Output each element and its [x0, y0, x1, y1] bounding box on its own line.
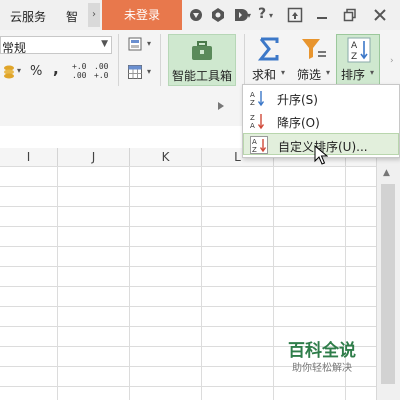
minimize-icon[interactable]: [314, 7, 330, 23]
tab-scroll-right-button[interactable]: ›: [88, 3, 100, 27]
smart-toolbox-button[interactable]: 智能工具箱: [168, 34, 236, 86]
sort-button[interactable]: A Z 排序 ▾: [336, 34, 380, 86]
ribbon-separator: [244, 34, 245, 86]
restore-icon[interactable]: [342, 7, 358, 23]
svg-text:Z: Z: [252, 146, 257, 154]
sort-dropdown-icon: ▾: [370, 68, 375, 77]
chevron-down-icon: ▼: [101, 39, 108, 49]
sum-dropdown-icon[interactable]: ▾: [281, 68, 285, 77]
login-button[interactable]: 未登录: [102, 0, 182, 30]
table-style-icon[interactable]: [127, 64, 143, 80]
filter-dropdown-icon[interactable]: ▾: [326, 68, 330, 77]
tab-cloud-service[interactable]: 云服务: [10, 8, 46, 25]
dialog-launcher-icon[interactable]: [216, 101, 226, 111]
column-header-J[interactable]: J: [58, 148, 130, 166]
ribbon-scroll-right-icon[interactable]: ›: [390, 56, 394, 66]
percent-button[interactable]: %: [30, 64, 42, 79]
svg-text:A: A: [250, 122, 255, 130]
collapse-ribbon-icon[interactable]: [287, 7, 303, 23]
svg-text:Z: Z: [250, 114, 255, 122]
sort-descending-icon: Z A: [250, 114, 265, 130]
help-dropdown-icon[interactable]: ▾: [269, 11, 273, 20]
filter-label[interactable]: 筛选: [297, 66, 321, 83]
svg-text:Z: Z: [250, 99, 255, 107]
comma-button[interactable]: ,: [53, 60, 59, 78]
smart-toolbox-label: 智能工具箱: [171, 69, 232, 83]
grid-line: [129, 166, 130, 400]
ribbon-separator: [160, 34, 161, 86]
custom-sort-icon: A Z: [250, 136, 268, 154]
close-icon[interactable]: [372, 7, 388, 23]
svg-text:A: A: [351, 41, 358, 51]
decrease-decimal-button[interactable]: .00 +.0: [94, 62, 114, 84]
sort-ascending-icon: A Z: [250, 91, 265, 107]
column-header-I[interactable]: I: [0, 148, 58, 166]
currency-format-icon[interactable]: [2, 64, 16, 80]
toolbox-icon: [192, 41, 212, 60]
svg-text:A: A: [250, 91, 255, 99]
ribbon-separator: [118, 34, 119, 86]
grid-line: [273, 166, 274, 400]
format-dropdown-icon[interactable]: ▾: [147, 39, 151, 48]
skin-icon[interactable]: [188, 7, 204, 23]
sort-ascending-label: 升序(S): [277, 93, 318, 107]
sort-icon: A Z: [347, 37, 371, 63]
tab-smart[interactable]: 智: [66, 8, 78, 25]
increase-decimal-button[interactable]: +.0 .00: [72, 62, 92, 84]
share-dropdown-icon[interactable]: ▾: [247, 11, 251, 20]
number-format-value: 常规: [2, 41, 27, 55]
svg-text:A: A: [252, 138, 257, 146]
sort-descending-item[interactable]: Z A 降序(O): [243, 110, 399, 132]
settings-icon[interactable]: [210, 7, 226, 23]
column-header-K[interactable]: K: [130, 148, 202, 166]
format-icon[interactable]: [127, 36, 143, 52]
sum-label[interactable]: 求和: [252, 66, 276, 83]
sort-ascending-item[interactable]: A Z 升序(S): [243, 87, 399, 109]
mouse-cursor-icon: [314, 145, 328, 165]
watermark-title: 百科全说: [288, 341, 356, 361]
number-format-select[interactable]: 常规 ▼: [0, 36, 112, 55]
vertical-scrollbar[interactable]: ▲: [376, 148, 400, 400]
scroll-up-icon[interactable]: ▲: [383, 168, 390, 178]
sort-descending-label: 降序(O): [277, 116, 320, 130]
grid-line: [201, 166, 202, 400]
help-icon[interactable]: ?: [258, 6, 266, 22]
grid-line: [57, 166, 58, 400]
filter-icon[interactable]: [301, 37, 327, 61]
currency-dropdown-icon[interactable]: ▾: [17, 66, 21, 75]
watermark: 百科全说 助你轻松解决: [276, 330, 372, 376]
table-style-dropdown-icon[interactable]: ▾: [147, 67, 151, 76]
title-bar: 云服务 智 › 未登录 ▾ ? ▾: [0, 0, 400, 31]
svg-text:Z: Z: [351, 52, 357, 62]
sort-label: 排序: [341, 68, 366, 82]
share-icon[interactable]: [232, 7, 248, 23]
watermark-subtitle: 助你轻松解决: [292, 363, 352, 374]
sum-icon[interactable]: [258, 37, 280, 61]
scrollbar-thumb[interactable]: [381, 184, 395, 384]
